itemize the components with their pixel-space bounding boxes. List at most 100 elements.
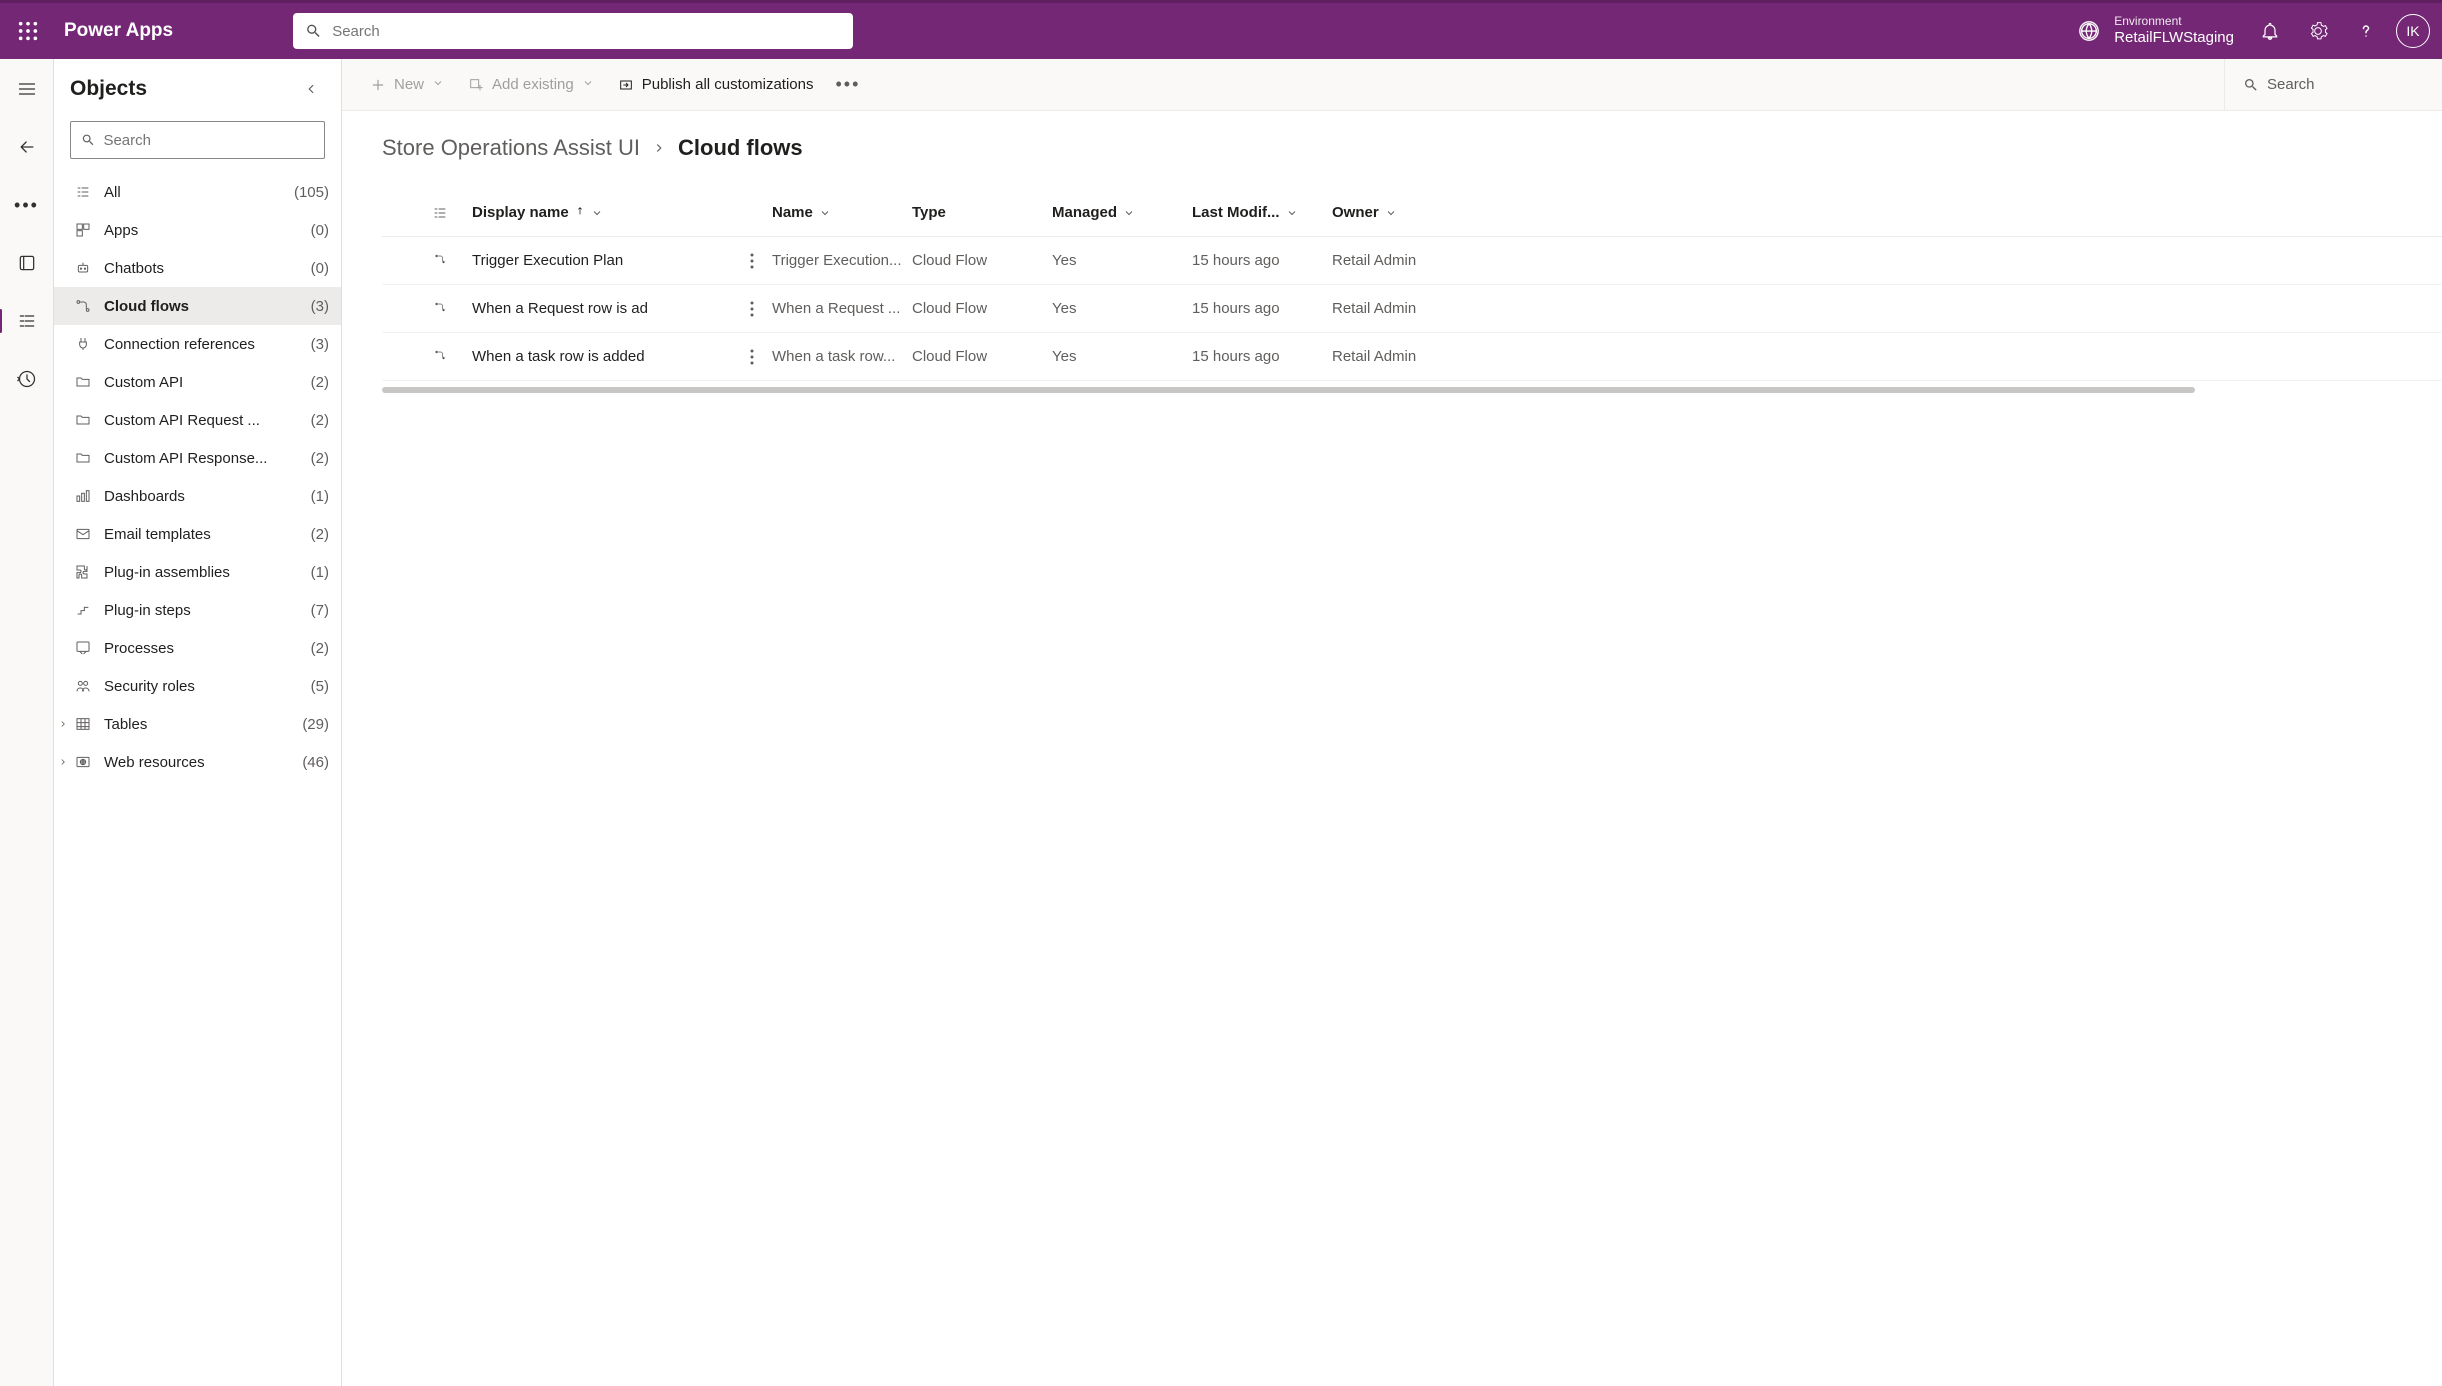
table-row[interactable]: When a task row is added When a task row.… — [382, 333, 2442, 381]
row-managed: Yes — [1052, 300, 1192, 317]
tree-item-count: (46) — [302, 754, 329, 771]
content-search[interactable]: Search — [2224, 59, 2424, 110]
tree-item-label: Email templates — [104, 526, 299, 543]
rail-back[interactable] — [7, 131, 47, 163]
settings-button[interactable] — [2294, 7, 2342, 55]
horizontal-scrollbar[interactable] — [382, 387, 2195, 393]
more-commands-button[interactable]: ••• — [827, 74, 868, 95]
sidebar-title: Objects — [70, 77, 297, 101]
tree-item-label: Processes — [104, 640, 299, 657]
add-existing-icon — [468, 77, 484, 93]
apps-icon — [74, 222, 92, 238]
tree-item-all[interactable]: All (105) — [54, 173, 341, 211]
chevron-right-icon — [56, 757, 70, 767]
env-name: RetailFLWStaging — [2114, 29, 2234, 46]
environment-picker[interactable]: Environment RetailFLWStaging — [2078, 15, 2234, 46]
row-owner: Retail Admin — [1332, 252, 1472, 269]
plug-icon — [74, 336, 92, 352]
tree-item-label: Custom API — [104, 374, 299, 391]
rail-history[interactable] — [7, 363, 47, 395]
collapse-sidebar-button[interactable] — [297, 75, 325, 103]
row-more-button[interactable] — [732, 253, 772, 269]
tree-item-label: All — [104, 184, 282, 201]
rail-hamburger[interactable] — [7, 73, 47, 105]
chevron-right-icon — [56, 719, 70, 729]
waffle-menu[interactable] — [6, 9, 50, 53]
add-existing-button[interactable]: Add existing — [458, 67, 604, 103]
grid-header: Display name Name Type Managed Last Modi… — [382, 189, 2442, 237]
breadcrumb: Store Operations Assist UI Cloud flows — [382, 135, 2442, 161]
tree-item-chatbots[interactable]: Chatbots(0) — [54, 249, 341, 287]
global-search[interactable] — [293, 13, 853, 49]
new-label: New — [394, 76, 424, 93]
chevron-right-icon — [652, 135, 666, 161]
global-search-input[interactable] — [332, 23, 841, 40]
tree-item-label: Plug-in assemblies — [104, 564, 299, 581]
view-selector-icon[interactable] — [432, 205, 472, 221]
tree-item-plug-in-assemblies[interactable]: Plug-in assemblies (1) — [54, 553, 341, 591]
row-type: Cloud Flow — [912, 300, 1052, 317]
col-display-name[interactable]: Display name — [472, 204, 732, 221]
tree-item-tables[interactable]: Tables(29) — [54, 705, 341, 743]
chevron-down-icon — [1286, 207, 1298, 219]
user-avatar[interactable]: IK — [2396, 14, 2430, 48]
tree-item-apps[interactable]: Apps(0) — [54, 211, 341, 249]
tree-item-label: Dashboards — [104, 488, 299, 505]
row-display-name: When a task row is added — [472, 348, 732, 365]
tree-item-cloud-flows[interactable]: Cloud flows(3) — [54, 287, 341, 325]
roles-icon — [74, 678, 92, 694]
tree-item-count: (105) — [294, 184, 329, 201]
tree-item-processes[interactable]: Processes (2) — [54, 629, 341, 667]
tree-item-count: (1) — [311, 564, 329, 581]
tree-item-connection-references[interactable]: Connection references(3) — [54, 325, 341, 363]
tree-item-count: (0) — [311, 222, 329, 239]
col-owner[interactable]: Owner — [1332, 204, 1472, 221]
tree-item-count: (3) — [311, 336, 329, 353]
row-managed: Yes — [1052, 348, 1192, 365]
col-name[interactable]: Name — [772, 204, 912, 221]
col-modified[interactable]: Last Modif... — [1192, 204, 1332, 221]
rail-solution[interactable] — [7, 247, 47, 279]
tree-item-count: (2) — [311, 640, 329, 657]
tree-item-custom-api[interactable]: Custom API(2) — [54, 363, 341, 401]
rail-overflow[interactable]: ••• — [7, 189, 47, 221]
table-row[interactable]: Trigger Execution PlanTrigger Execution.… — [382, 237, 2442, 285]
step-icon — [74, 602, 92, 618]
tree-item-count: (2) — [311, 526, 329, 543]
tree-item-label: Security roles — [104, 678, 299, 695]
sidebar-search-input[interactable] — [103, 132, 314, 149]
breadcrumb-root[interactable]: Store Operations Assist UI — [382, 135, 640, 161]
row-modified: 15 hours ago — [1192, 300, 1332, 317]
tree-item-custom-api-request-[interactable]: Custom API Request ...(2) — [54, 401, 341, 439]
row-more-button[interactable] — [732, 301, 772, 317]
tree-item-plug-in-steps[interactable]: Plug-in steps(7) — [54, 591, 341, 629]
sidebar-search[interactable] — [70, 121, 325, 159]
tree-item-count: (0) — [311, 260, 329, 277]
tree-item-web-resources[interactable]: Web resources(46) — [54, 743, 341, 781]
notifications-button[interactable] — [2246, 7, 2294, 55]
content-search-label: Search — [2267, 76, 2315, 93]
row-type: Cloud Flow — [912, 348, 1052, 365]
help-button[interactable] — [2342, 7, 2390, 55]
rail-objects[interactable] — [7, 305, 47, 337]
tree-item-dashboards[interactable]: Dashboards(1) — [54, 477, 341, 515]
tree-item-label: Tables — [104, 716, 290, 733]
row-owner: Retail Admin — [1332, 348, 1472, 365]
table-row[interactable]: When a Request row is adWhen a Request .… — [382, 285, 2442, 333]
tree-item-label: Plug-in steps — [104, 602, 299, 619]
col-type[interactable]: Type — [912, 204, 1052, 221]
new-button[interactable]: New — [360, 67, 454, 103]
tree-item-security-roles[interactable]: Security roles(5) — [54, 667, 341, 705]
publish-button[interactable]: Publish all customizations — [608, 67, 824, 103]
row-managed: Yes — [1052, 252, 1192, 269]
row-name: When a task row... — [772, 348, 912, 365]
tree-item-label: Custom API Response... — [104, 450, 299, 467]
row-type: Cloud Flow — [912, 252, 1052, 269]
row-more-button[interactable] — [732, 349, 772, 365]
tree-item-email-templates[interactable]: Email templates (2) — [54, 515, 341, 553]
chevron-down-icon — [591, 207, 603, 219]
row-display-name: Trigger Execution Plan — [472, 252, 732, 269]
flow-icon — [432, 348, 472, 365]
tree-item-custom-api-response-[interactable]: Custom API Response...(2) — [54, 439, 341, 477]
col-managed[interactable]: Managed — [1052, 204, 1192, 221]
